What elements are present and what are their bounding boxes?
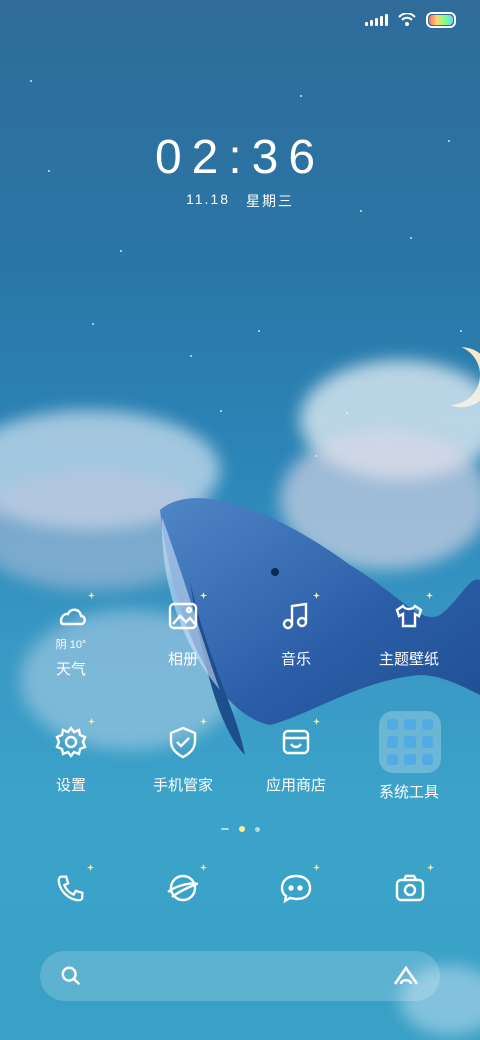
app-theme[interactable]: 主题壁纸 xyxy=(354,592,464,669)
page-indicator[interactable] xyxy=(0,826,480,832)
app-label: 系统工具 xyxy=(378,784,439,801)
app-label: 手机管家 xyxy=(152,777,213,794)
weekday-display: 星期三 xyxy=(246,193,294,209)
app-weather[interactable]: 阴 10° 天气 xyxy=(16,592,126,679)
clock-widget[interactable]: 02:36 11.18 星期三 xyxy=(0,130,480,211)
weather-temp: 阴 10° xyxy=(55,639,87,651)
wifi-icon xyxy=(398,13,416,26)
theme-icon xyxy=(391,592,433,634)
moon-image xyxy=(412,337,480,414)
dock-messages-icon[interactable] xyxy=(276,864,320,908)
status-bar xyxy=(365,8,456,32)
security-icon xyxy=(165,718,207,760)
app-label: 天气 xyxy=(55,661,86,678)
app-settings[interactable]: 设置 xyxy=(16,718,126,795)
dock-phone-icon[interactable] xyxy=(50,864,94,908)
settings-icon xyxy=(53,718,95,760)
weather-icon xyxy=(53,592,95,634)
date-display: 11.18 xyxy=(186,191,230,207)
app-security[interactable]: 手机管家 xyxy=(128,718,238,795)
search-icon[interactable] xyxy=(60,965,82,987)
app-label: 主题壁纸 xyxy=(378,651,439,668)
music-icon xyxy=(278,592,320,634)
battery-icon xyxy=(426,12,456,28)
app-gallery[interactable]: 相册 xyxy=(128,592,238,669)
app-label: 相册 xyxy=(167,651,198,668)
app-label: 音乐 xyxy=(280,651,311,668)
folder-icon[interactable] xyxy=(379,711,441,773)
page-dot xyxy=(220,828,229,830)
dock-camera-icon[interactable] xyxy=(390,864,434,908)
assistant-icon[interactable] xyxy=(392,965,420,987)
signal-icon xyxy=(365,14,388,26)
app-system-tools[interactable]: 系统工具 xyxy=(354,781,464,802)
app-store-icon xyxy=(278,718,320,760)
search-bar[interactable] xyxy=(40,951,440,1001)
gallery-icon xyxy=(165,592,207,634)
dock-browser-icon[interactable] xyxy=(163,864,207,908)
app-music[interactable]: 音乐 xyxy=(241,592,351,669)
page-dot xyxy=(254,826,260,832)
app-label: 应用商店 xyxy=(265,777,326,794)
page-dot-active xyxy=(238,826,245,832)
time-display: 02:36 xyxy=(154,131,326,184)
app-store[interactable]: 应用商店 xyxy=(241,718,351,795)
app-label: 设置 xyxy=(55,777,86,794)
